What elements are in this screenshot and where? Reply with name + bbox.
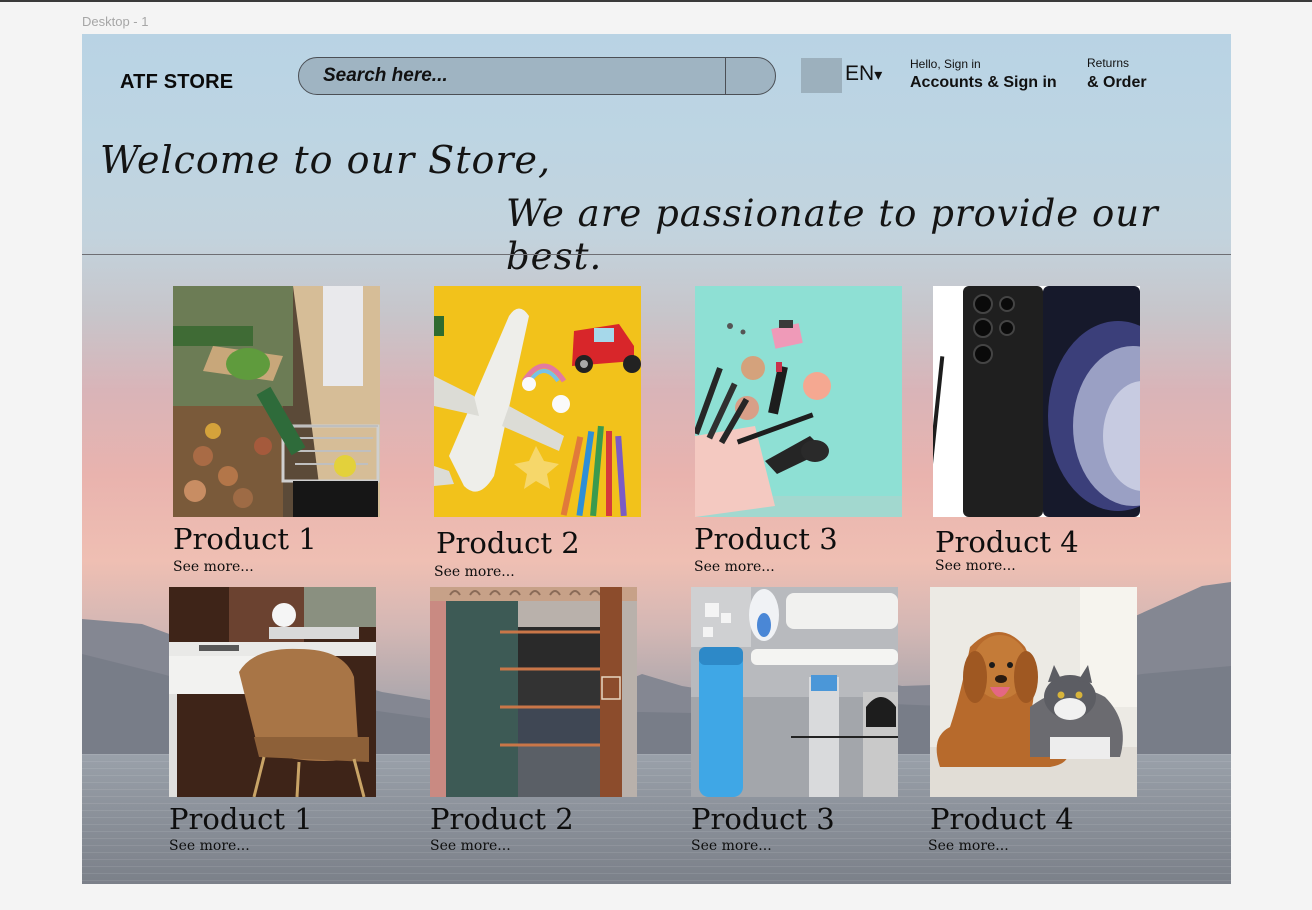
pets-dog-cat-photo[interactable] (930, 587, 1137, 797)
product-card[interactable]: Product 3 See more... (694, 286, 902, 578)
search-input[interactable] (323, 58, 713, 94)
product-name[interactable]: Product 2 (436, 526, 580, 560)
see-more-link[interactable]: See more... (691, 838, 772, 854)
cosmetics-photo[interactable] (695, 286, 902, 517)
see-more-link[interactable]: See more... (935, 558, 1016, 574)
furniture-chair-photo[interactable] (169, 587, 376, 797)
product-name[interactable]: Product 1 (169, 802, 313, 836)
product-card[interactable]: Product 2 See more... (430, 587, 637, 857)
product-card[interactable]: Product 4 See more... (933, 286, 1140, 578)
see-more-link[interactable]: See more... (928, 838, 1009, 854)
product-name[interactable]: Product 2 (430, 802, 574, 836)
product-name[interactable]: Product 4 (935, 525, 1079, 559)
account-link[interactable]: Accounts & Sign in (910, 74, 1057, 92)
orders-link[interactable]: & Order (1087, 74, 1147, 92)
toiletries-photo[interactable] (691, 587, 898, 797)
language-code: EN (845, 62, 875, 85)
toys-and-pencils-photo[interactable] (434, 286, 641, 517)
see-more-link[interactable]: See more... (169, 838, 250, 854)
product-card[interactable]: Product 1 See more... (169, 587, 376, 857)
store-logo[interactable]: ATF STORE (120, 71, 233, 94)
product-name[interactable]: Product 3 (691, 802, 835, 836)
product-card[interactable]: Product 4 See more... (928, 587, 1137, 857)
account-greeting: Hello, Sign in (910, 57, 981, 71)
language-selector[interactable]: EN▾ (845, 62, 882, 86)
header-divider (82, 254, 1231, 255)
see-more-link[interactable]: See more... (173, 559, 254, 575)
returns-label: Returns (1087, 56, 1130, 70)
clothing-rack-photo[interactable] (430, 587, 637, 797)
product-card[interactable]: Product 2 See more... (434, 286, 641, 580)
hero-subtitle: We are passionate to provide our best. (506, 192, 1159, 278)
frame-label: Desktop - 1 (82, 14, 149, 29)
chevron-down-icon: ▾ (874, 67, 883, 84)
search-bar[interactable] (298, 57, 776, 95)
see-more-link[interactable]: See more... (694, 559, 775, 575)
smartphone-photo[interactable] (933, 286, 1140, 517)
desktop-frame: ATF STORE EN▾ Hello, Sign in Accounts & … (82, 34, 1231, 884)
grocery-shopping-photo[interactable] (173, 286, 380, 517)
product-card[interactable]: Product 3 See more... (691, 587, 898, 857)
product-name[interactable]: Product 3 (694, 522, 838, 556)
product-name[interactable]: Product 1 (173, 522, 317, 556)
see-more-link[interactable]: See more... (434, 564, 515, 580)
hero-title: Welcome to our Store, (100, 138, 552, 182)
window-top-border (0, 0, 1312, 2)
product-card[interactable]: Product 1 See more... (173, 286, 380, 578)
see-more-link[interactable]: See more... (430, 838, 511, 854)
product-name[interactable]: Product 4 (930, 802, 1074, 836)
flag-icon[interactable] (801, 58, 842, 93)
search-button[interactable] (725, 58, 778, 94)
